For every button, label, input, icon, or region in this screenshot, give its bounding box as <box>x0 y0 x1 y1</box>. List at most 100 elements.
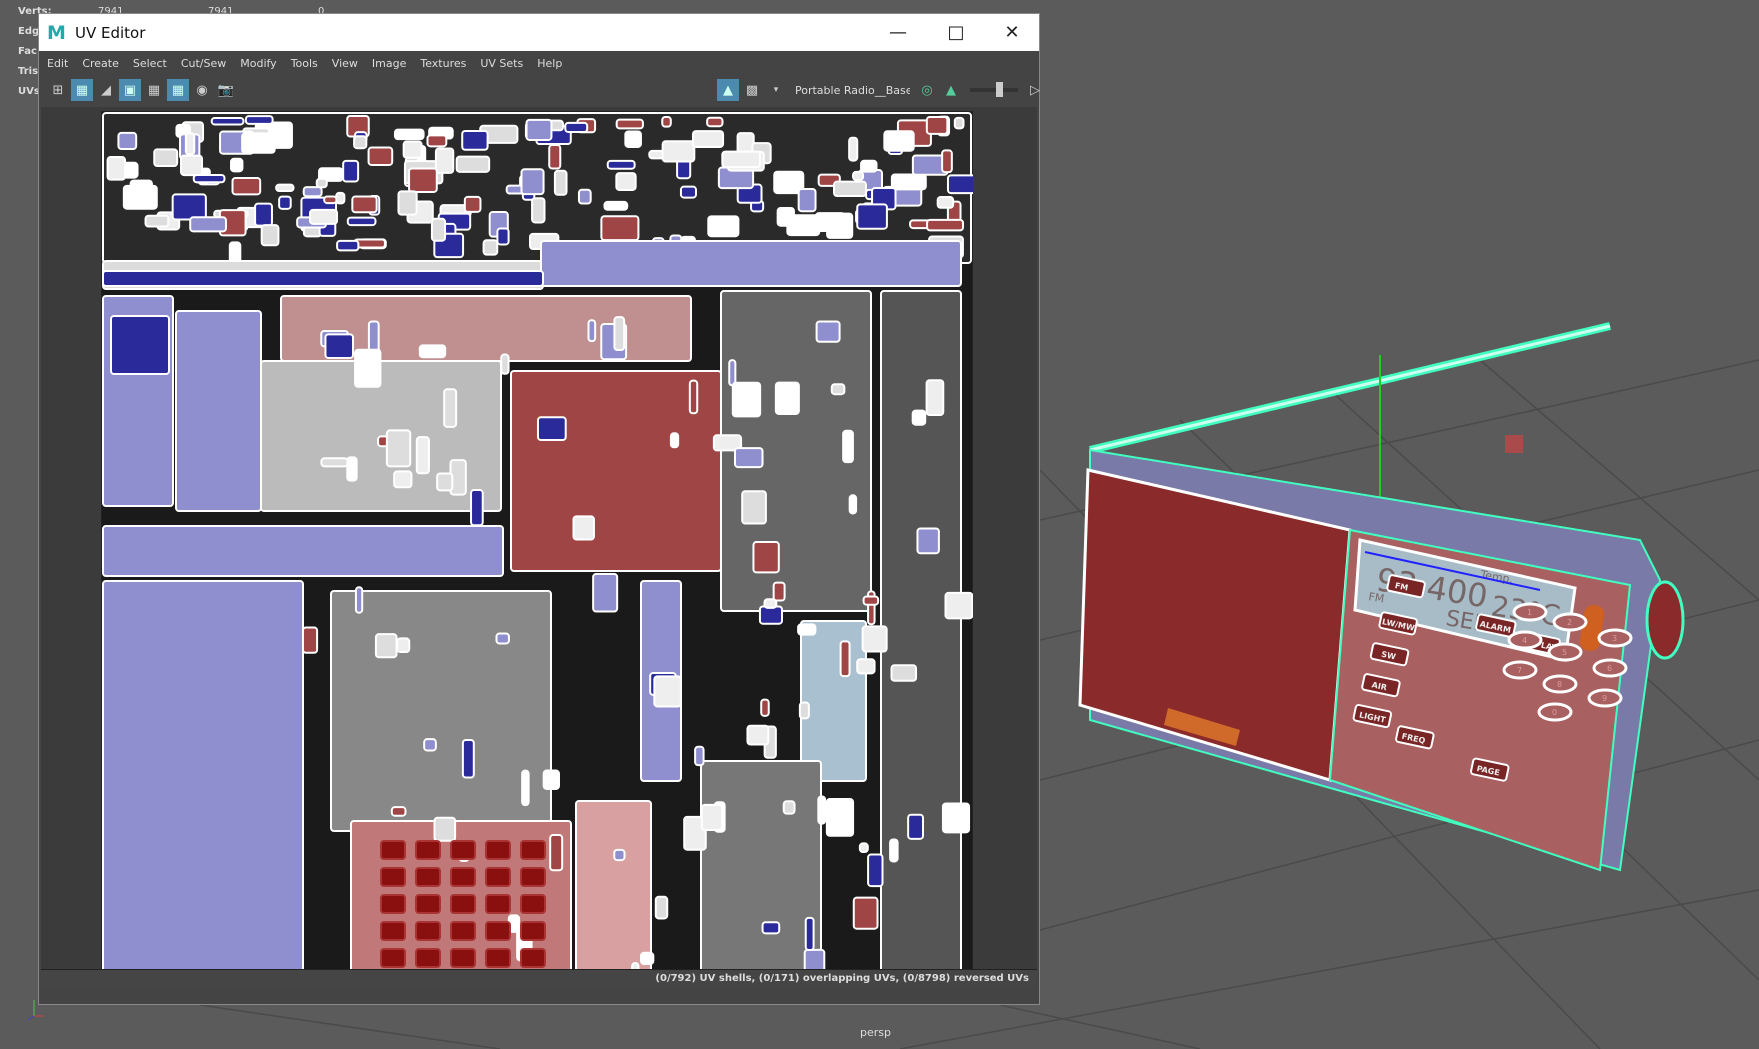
uv-shell <box>500 353 510 375</box>
uv-shell <box>324 333 355 359</box>
menu-select[interactable]: Select <box>133 57 167 70</box>
image-icon[interactable]: ▲ <box>940 79 962 101</box>
menu-view[interactable]: View <box>332 57 358 70</box>
uv-shell <box>761 921 781 935</box>
uv-shell <box>856 203 888 230</box>
uv-shell <box>244 115 274 125</box>
uv-shell <box>496 227 510 246</box>
uv-shell <box>367 320 380 354</box>
uv-shell <box>700 760 822 982</box>
snapshot-camera-icon[interactable]: 📷 <box>215 79 237 101</box>
radio-key-label: 0 <box>1552 708 1557 717</box>
uv-shell <box>575 800 652 982</box>
pixel-snap-icon[interactable]: ◉ <box>191 79 213 101</box>
uv-shell <box>301 626 319 654</box>
texture-selector[interactable]: Portable Radio__Base( <box>795 84 910 97</box>
menu-create[interactable]: Create <box>82 57 119 70</box>
uv-shell <box>688 379 699 415</box>
rgb-channels-icon[interactable]: ◎ <box>916 79 938 101</box>
uv-shell <box>278 195 292 210</box>
dropdown-arrow-icon[interactable]: ▾ <box>765 79 787 101</box>
uv-shell <box>890 664 918 682</box>
display-image-icon[interactable]: ▲ <box>717 79 739 101</box>
uv-shell <box>470 489 484 527</box>
shaded-uv-icon[interactable]: ▦ <box>71 79 93 101</box>
uv-shell <box>455 155 491 173</box>
uv-shell <box>254 202 273 227</box>
uv-shell <box>536 416 567 442</box>
uv-key-shell <box>415 840 441 860</box>
uv-shell <box>577 188 592 205</box>
menu-edit[interactable]: Edit <box>47 57 68 70</box>
radio-band: FM <box>1368 590 1386 605</box>
uv-border-icon[interactable]: ▦ <box>143 79 165 101</box>
uv-shell <box>354 348 382 388</box>
uv-shell <box>275 183 295 193</box>
uv-shell <box>106 156 127 181</box>
uv-shell <box>461 129 489 151</box>
uv-texture-layout[interactable] <box>101 111 973 983</box>
uv-shell <box>434 147 455 174</box>
uv-shell <box>936 195 955 209</box>
uv-shell <box>592 572 619 613</box>
uv-shell <box>916 527 940 555</box>
uv-shell <box>353 135 368 150</box>
uv-shell <box>367 146 394 166</box>
uv-shell <box>433 816 457 842</box>
menu-textures[interactable]: Textures <box>420 57 466 70</box>
uv-shell <box>856 658 876 675</box>
uv-distortion-icon[interactable]: ◢ <box>95 79 117 101</box>
maximize-button[interactable]: □ <box>927 14 985 51</box>
uv-shell <box>396 637 411 654</box>
checker-icon[interactable]: ▩ <box>741 79 763 101</box>
uv-shell <box>613 316 626 352</box>
uv-shell <box>661 116 672 128</box>
radio-key-label: 5 <box>1562 648 1567 657</box>
uv-shell <box>495 632 510 645</box>
uv-key-shell <box>520 921 546 941</box>
grid-icon[interactable]: ▦ <box>167 79 189 101</box>
uv-canvas[interactable]: (0/792) UV shells, (0/171) overlapping U… <box>41 107 1037 987</box>
uv-shell <box>890 173 927 191</box>
uv-shell <box>774 381 800 415</box>
radio-3d-model[interactable]: 93.400 FM Temp. 23°C SER FM LW/MW SW AIR… <box>1060 300 1720 880</box>
uv-shell <box>814 212 846 233</box>
uv-shell <box>564 121 589 133</box>
uv-shell <box>760 698 770 717</box>
uv-shell <box>615 118 644 130</box>
uv-key-shell <box>485 894 511 914</box>
uv-key-shell <box>485 921 511 941</box>
menu-help[interactable]: Help <box>537 57 562 70</box>
close-button[interactable]: ✕ <box>983 14 1041 51</box>
uv-shell <box>798 701 810 720</box>
toolbar: ⊞ ▦ ◢ ▣ ▦ ▦ ◉ 📷 ▲ ▩ ▾ Portable Radio__Ba… <box>39 76 1040 104</box>
radio-key-label: 9 <box>1602 694 1607 703</box>
slider-knob[interactable] <box>996 82 1003 97</box>
minimize-button[interactable]: — <box>869 14 927 51</box>
uv-key-shell <box>485 840 511 860</box>
expand-toolbar-icon[interactable]: ▷ <box>1024 79 1046 101</box>
uv-shell-icon[interactable]: ⊞ <box>47 79 69 101</box>
uv-key-shell <box>380 867 406 887</box>
menu-cut-sew[interactable]: Cut/Sew <box>181 57 226 70</box>
uv-shell <box>941 149 953 174</box>
title-bar[interactable]: M UV Editor — □ ✕ <box>39 14 1039 51</box>
uv-shell <box>925 116 949 135</box>
uv-key-shell <box>485 867 511 887</box>
uv-shell <box>323 195 338 205</box>
texture-borders-icon[interactable]: ▣ <box>119 79 141 101</box>
menu-tools[interactable]: Tools <box>291 57 318 70</box>
uv-shell <box>911 409 927 426</box>
menu-modify[interactable]: Modify <box>240 57 276 70</box>
menu-image[interactable]: Image <box>372 57 406 70</box>
image-brightness-slider[interactable] <box>970 82 1018 97</box>
uv-shell <box>860 159 878 173</box>
uv-shell <box>679 185 697 199</box>
uv-shell <box>653 675 682 708</box>
uv-shell <box>230 157 244 173</box>
menu-uv-sets[interactable]: UV Sets <box>480 57 523 70</box>
uv-shell <box>867 853 884 888</box>
uv-shell <box>153 148 179 168</box>
uv-shell <box>825 798 855 837</box>
uv-shell <box>231 176 262 196</box>
